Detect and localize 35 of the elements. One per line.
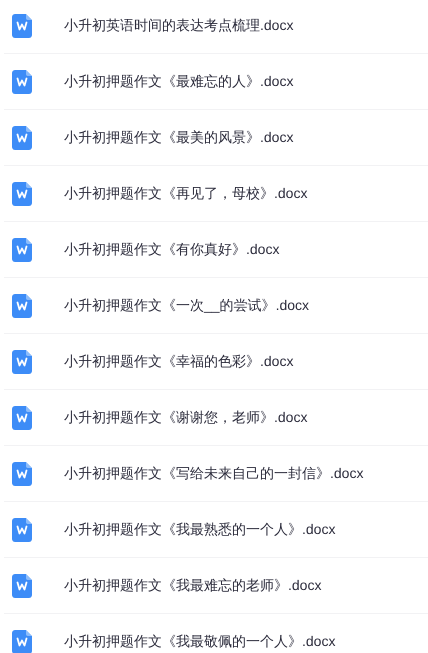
file-row[interactable]: 小升初押题作文《幸福的色彩》.docx <box>4 334 428 390</box>
word-document-icon <box>12 462 32 486</box>
word-document-icon <box>12 294 32 318</box>
file-name: 小升初押题作文《谢谢您，老师》.docx <box>64 408 308 426</box>
word-document-icon <box>12 70 32 94</box>
file-name: 小升初押题作文《一次__的尝试》.docx <box>64 296 310 314</box>
file-row[interactable]: 小升初押题作文《谢谢您，老师》.docx <box>4 390 428 446</box>
file-name: 小升初押题作文《再见了，母校》.docx <box>64 184 308 202</box>
file-row[interactable]: 小升初押题作文《我最熟悉的一个人》.docx <box>4 502 428 558</box>
word-document-icon <box>12 574 32 598</box>
file-name: 小升初押题作文《最难忘的人》.docx <box>64 72 294 90</box>
file-row[interactable]: 小升初押题作文《再见了，母校》.docx <box>4 166 428 222</box>
file-name: 小升初押题作文《我最熟悉的一个人》.docx <box>64 520 336 538</box>
file-row[interactable]: 小升初押题作文《我最敬佩的一个人》.docx <box>4 614 428 653</box>
file-row[interactable]: 小升初押题作文《有你真好》.docx <box>4 222 428 278</box>
file-row[interactable]: 小升初押题作文《写给未来自己的一封信》.docx <box>4 446 428 502</box>
file-name: 小升初押题作文《幸福的色彩》.docx <box>64 352 294 370</box>
file-name: 小升初押题作文《有你真好》.docx <box>64 240 280 258</box>
file-name: 小升初押题作文《我最难忘的老师》.docx <box>64 576 322 594</box>
file-row[interactable]: 小升初押题作文《一次__的尝试》.docx <box>4 278 428 334</box>
file-row[interactable]: 小升初押题作文《最美的风景》.docx <box>4 110 428 166</box>
word-document-icon <box>12 126 32 150</box>
word-document-icon <box>12 238 32 262</box>
word-document-icon <box>12 518 32 542</box>
file-row[interactable]: 小升初押题作文《我最难忘的老师》.docx <box>4 558 428 614</box>
word-document-icon <box>12 182 32 206</box>
file-row[interactable]: 小升初押题作文《最难忘的人》.docx <box>4 54 428 110</box>
file-name: 小升初押题作文《最美的风景》.docx <box>64 128 294 146</box>
file-row[interactable]: 小升初英语时间的表达考点梳理.docx <box>4 0 428 54</box>
word-document-icon <box>12 406 32 430</box>
file-name: 小升初押题作文《我最敬佩的一个人》.docx <box>64 632 336 650</box>
word-document-icon <box>12 14 32 38</box>
word-document-icon <box>12 350 32 374</box>
file-name: 小升初英语时间的表达考点梳理.docx <box>64 16 294 34</box>
file-name: 小升初押题作文《写给未来自己的一封信》.docx <box>64 464 364 482</box>
